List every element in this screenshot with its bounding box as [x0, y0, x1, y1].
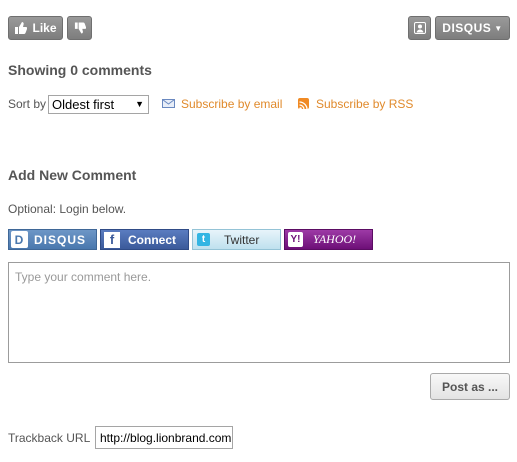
disqus-menu-button[interactable]: DISQUS ▼ [435, 16, 510, 40]
comment-textarea[interactable]: Type your comment here. [8, 262, 510, 363]
login-facebook-label: Connect [128, 232, 176, 247]
add-comment-title: Add New Comment [8, 167, 137, 183]
subscribe-email-link[interactable]: Subscribe by email [181, 97, 282, 111]
login-twitter-label: Twitter [224, 232, 260, 247]
user-profile-button[interactable] [408, 16, 431, 40]
facebook-logo-icon: f [104, 231, 120, 248]
email-icon [162, 99, 175, 108]
twitter-logo-icon: t [197, 233, 210, 246]
login-twitter-button[interactable]: t Twitter [192, 229, 281, 250]
select-arrow-icon: ▼ [135, 99, 144, 109]
login-disqus-button[interactable]: D DISQUS [8, 229, 97, 250]
sort-selected-value: Oldest first [52, 97, 115, 112]
login-disqus-label: DISQUS [34, 232, 87, 247]
sort-label: Sort by [8, 97, 47, 111]
trackback-label: Trackback URL [8, 431, 91, 445]
like-button[interactable]: Like [8, 16, 63, 40]
chevron-down-icon: ▼ [494, 23, 503, 33]
disqus-logo-icon: D [11, 231, 28, 248]
post-as-button[interactable]: Post as ... [430, 373, 510, 400]
like-label: Like [32, 21, 57, 35]
login-facebook-button[interactable]: f Connect [100, 229, 189, 250]
sort-select[interactable]: Oldest first ▼ [48, 95, 149, 114]
login-yahoo-label: YAHOO! [313, 232, 357, 246]
login-optional-text: Optional: Login below. [8, 202, 127, 216]
trackback-url-input[interactable]: http://blog.lionbrand.com [95, 426, 233, 449]
yahoo-logo-icon: Y! [288, 232, 303, 247]
thumbs-up-icon [15, 22, 28, 34]
dislike-button[interactable] [67, 16, 92, 40]
rss-icon [298, 98, 309, 110]
user-icon [413, 22, 426, 34]
disqus-brand-label: DISQUS [442, 21, 492, 35]
comment-placeholder: Type your comment here. [15, 270, 152, 284]
subscribe-rss-link[interactable]: Subscribe by RSS [316, 97, 413, 111]
login-yahoo-button[interactable]: Y! YAHOO! [284, 229, 373, 250]
comments-count-title: Showing 0 comments [8, 62, 152, 78]
thumbs-down-icon [74, 22, 86, 34]
